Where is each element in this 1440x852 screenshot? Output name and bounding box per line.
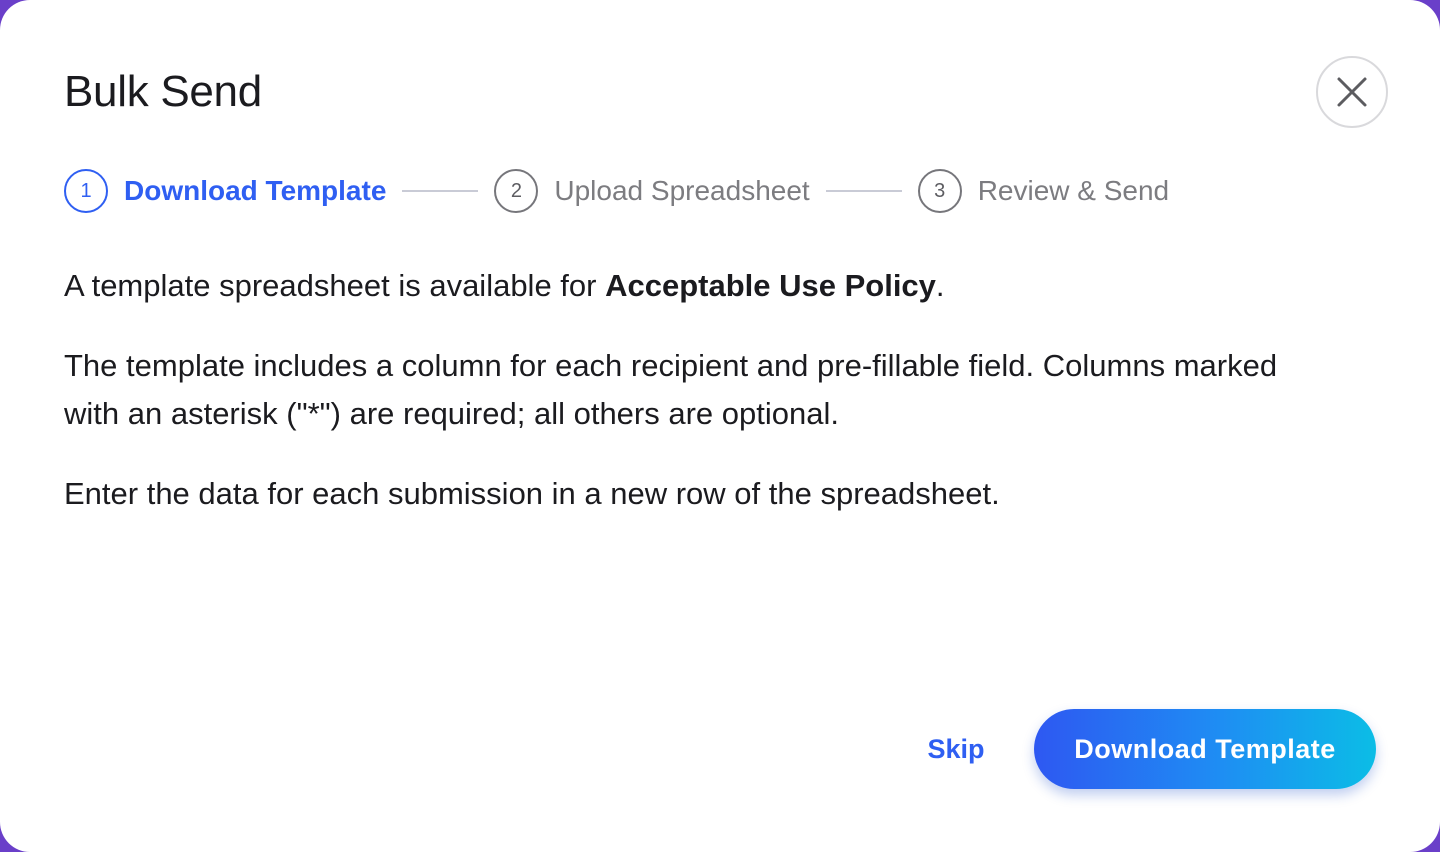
bulk-send-dialog: Bulk Send 1 Download Template 2 Upload S… — [0, 0, 1440, 852]
step-review-send: 3 Review & Send — [917, 169, 1170, 213]
document-name: Acceptable Use Policy — [605, 268, 936, 303]
skip-button[interactable]: Skip — [902, 716, 1010, 782]
rows-paragraph: Enter the data for each submission in a … — [64, 476, 1000, 511]
stepper: 1 Download Template 2 Upload Spreadsheet… — [64, 168, 1169, 214]
dialog-title: Bulk Send — [64, 67, 262, 116]
step-number: 2 — [494, 169, 539, 213]
step-number: 1 — [64, 169, 108, 213]
step-connector — [402, 190, 479, 192]
close-icon — [1336, 76, 1368, 108]
close-button[interactable] — [1316, 56, 1388, 128]
download-template-button[interactable]: Download Template — [1034, 709, 1376, 789]
step-download-template: 1 Download Template — [64, 169, 386, 213]
step-number: 3 — [917, 169, 962, 213]
intro-suffix: . — [935, 268, 945, 303]
step-upload-spreadsheet: 2 Upload Spreadsheet — [494, 169, 810, 213]
step-label: Download Template — [124, 175, 387, 206]
step-connector — [825, 190, 902, 192]
step-label: Review & Send — [977, 175, 1170, 206]
dialog-body: A template spreadsheet is available for … — [64, 262, 1334, 550]
columns-paragraph: The template includes a column for each … — [64, 348, 1278, 431]
intro-prefix: A template spreadsheet is available for — [64, 268, 606, 303]
step-label: Upload Spreadsheet — [554, 175, 810, 206]
intro-paragraph: A template spreadsheet is available for … — [64, 262, 1334, 310]
